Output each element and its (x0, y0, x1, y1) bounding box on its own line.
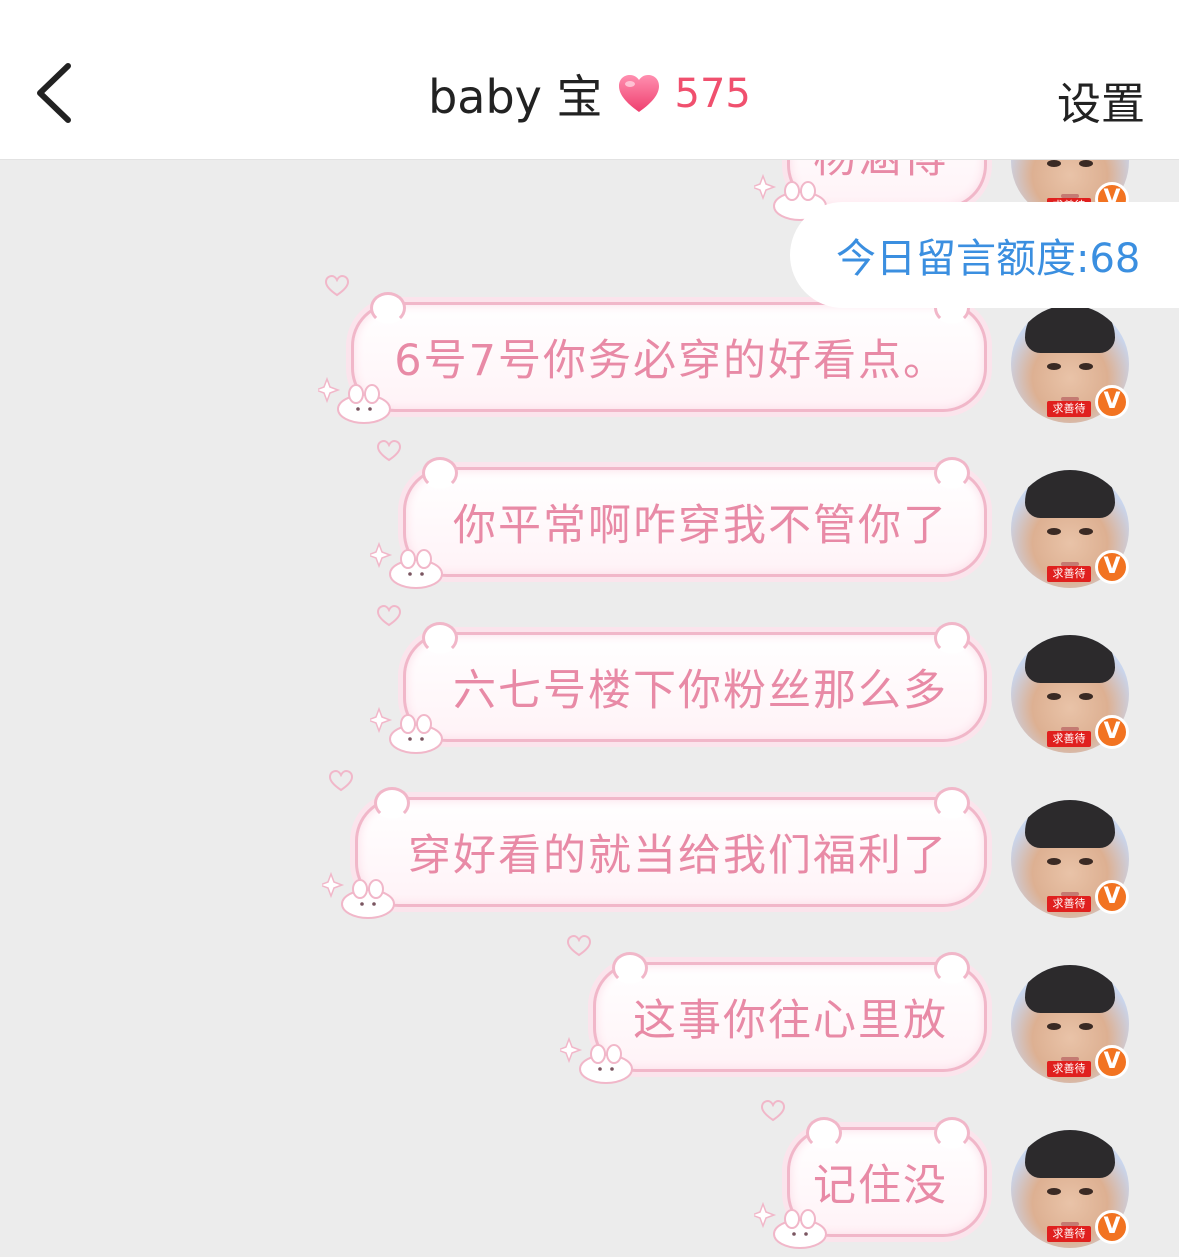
message-text: 记住没 (813, 1161, 948, 1211)
avatar[interactable]: 求善待 V (1011, 635, 1129, 753)
message-bubble[interactable]: 六七号楼下你粉丝那么多 (370, 605, 987, 754)
avatar[interactable]: 求善待 V (1011, 305, 1129, 423)
verified-badge-icon: V (1095, 1045, 1129, 1079)
bunny-sticker-icon (370, 707, 443, 754)
avatar-tag: 求善待 (1047, 566, 1091, 582)
message-quota-tip: 今日留言额度:68 (790, 202, 1179, 308)
message-text: 杨涵博 (813, 159, 948, 185)
settings-button[interactable]: 设置 (1057, 68, 1145, 132)
avatar[interactable]: 求善待 V (1011, 470, 1129, 588)
bubble-ear (374, 787, 410, 819)
verified-badge-icon: V (1095, 715, 1129, 749)
message-bubble[interactable]: 你平常啊咋穿我不管你了 (370, 440, 987, 589)
bubble-ear (806, 1117, 842, 1149)
bubble-ear (370, 292, 406, 324)
heart-outline-icon (376, 605, 402, 627)
verified-badge-icon: V (1095, 550, 1129, 584)
bubble-ear (422, 457, 458, 489)
bubble-ear (612, 952, 648, 984)
bubble-ear (934, 622, 970, 654)
heart-outline-icon (328, 770, 354, 792)
avatar-tag: 求善待 (1047, 896, 1091, 912)
message-text: 六七号楼下你粉丝那么多 (453, 666, 948, 716)
message-quota-label: 今日留言额度:68 (836, 236, 1141, 282)
verified-badge-icon: V (1095, 1210, 1129, 1244)
avatar-tag: 求善待 (1047, 731, 1091, 747)
chat-title: baby 宝 (428, 70, 603, 124)
avatar-tag: 求善待 (1047, 401, 1091, 417)
message-bubble[interactable]: 6号7号你务必穿的好看点。 (318, 275, 987, 424)
message-bubble[interactable]: 穿好看的就当给我们福利了 (322, 770, 987, 919)
message-text: 穿好看的就当给我们福利了 (408, 831, 948, 881)
heart-outline-icon (566, 935, 592, 957)
message-item: 记住没 求善待 V (0, 1100, 1179, 1252)
avatar[interactable]: 求善待 V (1011, 1130, 1129, 1248)
message-text: 这事你往心里放 (633, 996, 948, 1046)
heart-outline-icon (324, 275, 350, 297)
message-bubble[interactable]: 这事你往心里放 (560, 935, 987, 1084)
avatar[interactable]: 求善待 V (1011, 800, 1129, 918)
bubble-ear (934, 457, 970, 489)
message-text: 你平常啊咋穿我不管你了 (453, 501, 948, 551)
avatar-tag: 求善待 (1047, 1061, 1091, 1077)
heart-outline-icon (760, 1100, 786, 1122)
bunny-sticker-icon (322, 872, 395, 919)
message-bubble[interactable]: 记住没 (754, 1100, 987, 1249)
bunny-sticker-icon (318, 377, 391, 424)
heart-icon (618, 75, 659, 112)
message-item: 穿好看的就当给我们福利了 求善待 V (0, 770, 1179, 922)
bubble-ear (422, 622, 458, 654)
bunny-sticker-icon (560, 1037, 633, 1084)
verified-badge-icon: V (1095, 385, 1129, 419)
intimacy-count: 575 (674, 71, 751, 117)
chat-list[interactable]: 杨涵博 求善待 V 6号7号你务必穿的好看点。 求善待 V 你平常啊咋穿我不管你… (0, 159, 1179, 1257)
heart-outline-icon (376, 440, 402, 462)
bubble-ear (934, 952, 970, 984)
avatar[interactable]: 求善待 V (1011, 965, 1129, 1083)
verified-badge-icon: V (1095, 880, 1129, 914)
avatar-tag: 求善待 (1047, 1226, 1091, 1242)
message-item: 这事你往心里放 求善待 V (0, 935, 1179, 1087)
bubble-ear (934, 787, 970, 819)
message-item: 六七号楼下你粉丝那么多 求善待 V (0, 605, 1179, 757)
message-text: 6号7号你务必穿的好看点。 (394, 336, 948, 386)
chat-title-area: baby 宝 575 (0, 62, 1179, 126)
bunny-sticker-icon (370, 542, 443, 589)
bubble-ear (934, 1117, 970, 1149)
message-item: 你平常啊咋穿我不管你了 求善待 V (0, 440, 1179, 592)
top-bar: baby 宝 575 设置 (0, 0, 1179, 160)
